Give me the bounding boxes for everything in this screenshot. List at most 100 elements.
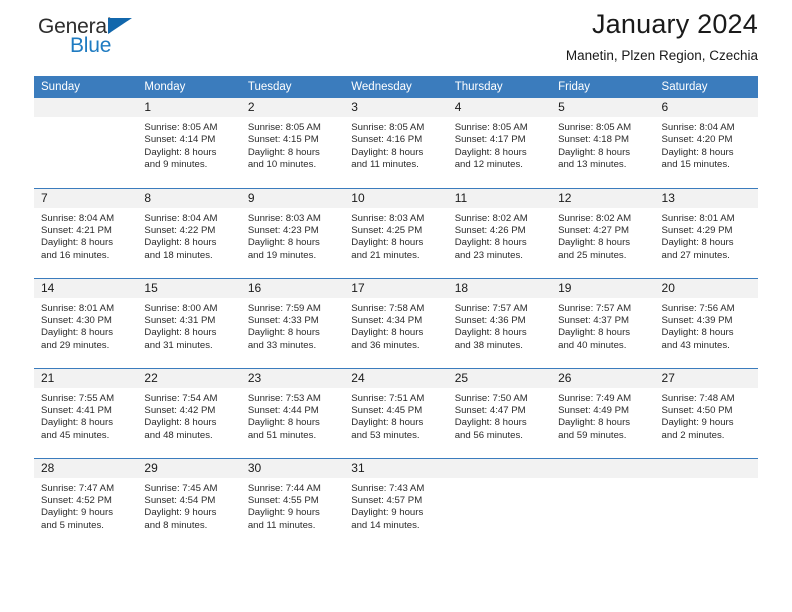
sunset-text: Sunset: 4:29 PM <box>661 224 733 236</box>
sunrise-text: Sunrise: 7:58 AM <box>351 302 425 314</box>
day-number: 10 <box>344 188 448 208</box>
calendar-day-cell[interactable]: 9 Sunrise: 8:03 AM Sunset: 4:23 PM Daylight… <box>240 187 345 278</box>
sunrise-text: Sunrise: 7:48 AM <box>661 392 735 404</box>
sunset-text: Sunset: 4:52 PM <box>41 494 112 506</box>
calendar-day-cell[interactable]: 19 Sunrise: 7:57 AM Sunset: 4:37 PM Dayligh… <box>551 277 655 368</box>
daylight-text-line2: and 5 minutes. <box>41 519 104 531</box>
sunset-text: Sunset: 4:34 PM <box>351 314 423 326</box>
day-number: 29 <box>137 458 241 478</box>
daylight-text-line2: and 2 minutes. <box>661 429 725 441</box>
day-number <box>654 458 758 478</box>
calendar-day-cell[interactable]: 1 Sunrise: 8:05 AM Sunset: 4:14 PM Daylight… <box>137 98 241 188</box>
daylight-text-line1: Daylight: 8 hours <box>558 237 631 249</box>
day-details: Sunrise: 7:47 AM Sunset: 4:52 PM Daylight:… <box>34 478 137 533</box>
day-details: Sunrise: 7:56 AM Sunset: 4:39 PM Daylight:… <box>655 298 758 353</box>
day-number: 13 <box>654 188 758 208</box>
calendar-grid: Sunday Monday Tuesday Wednesday Thursday… <box>34 76 758 548</box>
day-number: 3 <box>344 98 448 117</box>
calendar-day-cell[interactable]: 18 Sunrise: 7:57 AM Sunset: 4:36 PM Dayligh… <box>447 277 552 368</box>
day-details: Sunrise: 7:53 AM Sunset: 4:44 PM Daylight:… <box>241 388 344 443</box>
brand-logo[interactable]: General Blue <box>38 16 158 68</box>
day-number: 18 <box>447 278 552 298</box>
day-details: Sunrise: 8:01 AM Sunset: 4:30 PM Daylight:… <box>34 298 137 353</box>
sunset-text: Sunset: 4:33 PM <box>247 314 319 326</box>
day-number: 24 <box>344 368 448 388</box>
daylight-text-line1: Daylight: 8 hours <box>247 146 320 158</box>
weekday-header-friday: Friday <box>551 76 655 98</box>
day-details: Sunrise: 8:05 AM Sunset: 4:17 PM Daylight:… <box>448 117 551 172</box>
calendar-day-cell-empty <box>447 457 552 548</box>
day-number: 1 <box>137 98 241 117</box>
daylight-text-line1: Daylight: 8 hours <box>558 417 631 429</box>
calendar-day-cell[interactable]: 10 Sunrise: 8:03 AM Sunset: 4:25 PM Dayligh… <box>344 187 448 278</box>
weekday-header-tuesday: Tuesday <box>240 76 345 98</box>
calendar-day-cell[interactable]: 11 Sunrise: 8:02 AM Sunset: 4:26 PM Dayligh… <box>447 187 552 278</box>
sunrise-text: Sunrise: 7:51 AM <box>351 392 425 404</box>
day-details: Sunrise: 7:44 AM Sunset: 4:55 PM Daylight:… <box>241 478 344 533</box>
calendar-day-cell[interactable]: 29 Sunrise: 7:45 AM Sunset: 4:54 PM Dayligh… <box>137 457 241 548</box>
calendar-day-cell[interactable]: 28 Sunrise: 7:47 AM Sunset: 4:52 PM Dayligh… <box>34 457 138 548</box>
sunrise-text: Sunrise: 8:04 AM <box>41 212 115 224</box>
calendar-day-cell[interactable]: 5 Sunrise: 8:05 AM Sunset: 4:18 PM Daylight… <box>551 98 655 188</box>
sunset-text: Sunset: 4:22 PM <box>144 224 216 236</box>
day-number: 22 <box>137 368 241 388</box>
calendar-day-cell[interactable]: 2 Sunrise: 8:05 AM Sunset: 4:15 PM Daylight… <box>240 98 345 188</box>
daylight-text-line1: Daylight: 8 hours <box>351 237 424 249</box>
calendar-day-cell[interactable]: 15 Sunrise: 8:00 AM Sunset: 4:31 PM Dayligh… <box>137 277 241 368</box>
calendar-day-cell[interactable]: 30 Sunrise: 7:44 AM Sunset: 4:55 PM Dayligh… <box>240 457 345 548</box>
day-details: Sunrise: 8:00 AM Sunset: 4:31 PM Daylight:… <box>137 298 240 353</box>
calendar-day-cell[interactable]: 31 Sunrise: 7:43 AM Sunset: 4:57 PM Dayligh… <box>344 457 448 548</box>
daylight-text-line1: Daylight: 8 hours <box>661 327 734 339</box>
calendar-day-cell[interactable]: 13 Sunrise: 8:01 AM Sunset: 4:29 PM Dayligh… <box>654 187 758 278</box>
daylight-text-line2: and 27 minutes. <box>661 249 730 261</box>
calendar-day-cell[interactable]: 4 Sunrise: 8:05 AM Sunset: 4:17 PM Daylight… <box>447 98 552 188</box>
sunrise-text: Sunrise: 8:03 AM <box>351 212 425 224</box>
day-number: 8 <box>137 188 241 208</box>
day-number: 28 <box>34 458 138 478</box>
daylight-text-line2: and 36 minutes. <box>351 339 420 351</box>
daylight-text-line1: Daylight: 9 hours <box>661 417 734 429</box>
calendar-day-cell[interactable]: 3 Sunrise: 8:05 AM Sunset: 4:16 PM Daylight… <box>344 98 448 188</box>
calendar-day-cell[interactable]: 12 Sunrise: 8:02 AM Sunset: 4:27 PM Dayligh… <box>551 187 655 278</box>
calendar-day-cell[interactable]: 14 Sunrise: 8:01 AM Sunset: 4:30 PM Dayligh… <box>34 277 138 368</box>
daylight-text-line1: Daylight: 8 hours <box>351 417 424 429</box>
weekday-header-saturday: Saturday <box>654 76 758 98</box>
page-header: General Blue January 2024 Manetin, Plzen… <box>34 0 758 76</box>
calendar-day-cell[interactable]: 8 Sunrise: 8:04 AM Sunset: 4:22 PM Daylight… <box>137 187 241 278</box>
daylight-text-line1: Daylight: 9 hours <box>351 507 424 519</box>
sunrise-text: Sunrise: 8:01 AM <box>41 302 115 314</box>
calendar-day-cell[interactable]: 21 Sunrise: 7:55 AM Sunset: 4:41 PM Dayligh… <box>34 367 138 458</box>
calendar-body: 1 Sunrise: 8:05 AM Sunset: 4:14 PM Daylight… <box>34 98 758 548</box>
daylight-text-line1: Daylight: 8 hours <box>558 327 631 339</box>
day-details: Sunrise: 8:05 AM Sunset: 4:18 PM Daylight:… <box>551 117 654 172</box>
daylight-text-line2: and 19 minutes. <box>247 249 317 261</box>
daylight-text-line2: and 48 minutes. <box>144 429 213 441</box>
calendar-day-cell[interactable]: 7 Sunrise: 8:04 AM Sunset: 4:21 PM Daylight… <box>34 187 138 278</box>
calendar-day-cell[interactable]: 17 Sunrise: 7:58 AM Sunset: 4:34 PM Dayligh… <box>344 277 448 368</box>
weekday-header-wednesday: Wednesday <box>344 76 448 98</box>
sunrise-text: Sunrise: 7:53 AM <box>247 392 321 404</box>
day-number: 11 <box>447 188 552 208</box>
day-details: Sunrise: 8:04 AM Sunset: 4:20 PM Daylight:… <box>655 117 758 172</box>
calendar-day-cell[interactable]: 26 Sunrise: 7:49 AM Sunset: 4:49 PM Dayligh… <box>551 367 655 458</box>
calendar-day-cell[interactable]: 25 Sunrise: 7:50 AM Sunset: 4:47 PM Dayligh… <box>447 367 552 458</box>
calendar-day-cell[interactable]: 16 Sunrise: 7:59 AM Sunset: 4:33 PM Dayligh… <box>240 277 345 368</box>
day-number: 2 <box>240 98 345 117</box>
sunrise-text: Sunrise: 8:02 AM <box>558 212 632 224</box>
day-number: 4 <box>447 98 552 117</box>
daylight-text-line1: Daylight: 8 hours <box>247 417 320 429</box>
sunrise-text: Sunrise: 8:00 AM <box>144 302 218 314</box>
daylight-text-line1: Daylight: 8 hours <box>454 417 527 429</box>
daylight-text-line1: Daylight: 8 hours <box>454 327 527 339</box>
calendar-day-cell[interactable]: 24 Sunrise: 7:51 AM Sunset: 4:45 PM Dayligh… <box>344 367 448 458</box>
calendar-day-cell[interactable]: 27 Sunrise: 7:48 AM Sunset: 4:50 PM Dayligh… <box>654 367 758 458</box>
daylight-text-line1: Daylight: 8 hours <box>247 237 320 249</box>
calendar-day-cell[interactable]: 6 Sunrise: 8:04 AM Sunset: 4:20 PM Daylight… <box>654 98 758 188</box>
calendar-day-cell[interactable]: 20 Sunrise: 7:56 AM Sunset: 4:39 PM Dayligh… <box>654 277 758 368</box>
sunset-text: Sunset: 4:37 PM <box>558 314 630 326</box>
day-details: Sunrise: 8:02 AM Sunset: 4:26 PM Daylight:… <box>448 208 551 263</box>
calendar-day-cell[interactable]: 23 Sunrise: 7:53 AM Sunset: 4:44 PM Dayligh… <box>240 367 345 458</box>
daylight-text-line1: Daylight: 8 hours <box>144 237 217 249</box>
day-number: 30 <box>240 458 345 478</box>
calendar-day-cell[interactable]: 22 Sunrise: 7:54 AM Sunset: 4:42 PM Dayligh… <box>137 367 241 458</box>
